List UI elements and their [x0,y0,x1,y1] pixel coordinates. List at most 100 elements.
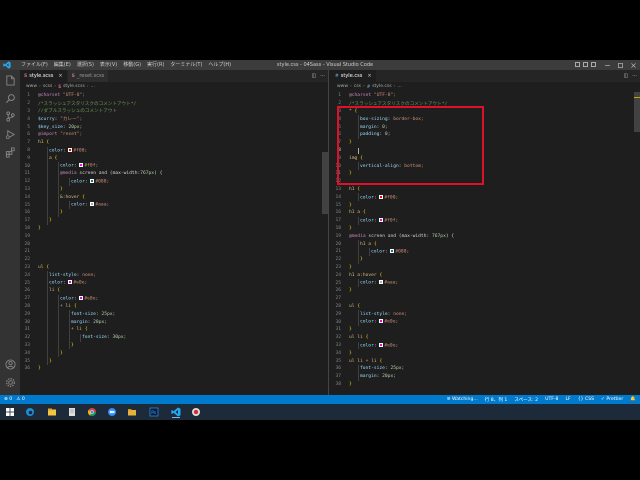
code-line[interactable]: 21 [20,248,328,256]
code-line[interactable]: 19 [20,232,328,240]
code-line[interactable]: 33 color: #e0e; [331,342,640,350]
code-line[interactable]: 29 list-style: none; [331,310,640,318]
code-line[interactable]: 17} [20,217,328,225]
more-actions-icon[interactable]: ··· [320,73,325,79]
video-call-icon[interactable] [106,406,118,418]
status-watching[interactable]: ⊚ Watching... [447,397,478,402]
code-line[interactable]: 26} [331,287,640,295]
code-line[interactable]: 32 ul li { [331,334,640,342]
code-line[interactable]: 16 h1 a { [331,209,640,217]
color-swatch[interactable] [90,178,95,183]
code-line[interactable]: 13} [20,186,328,194]
code-line[interactable]: 19 @media screen and (max-width: 767px) { [331,232,640,240]
status-warnings[interactable]: ⚠ 0 [16,397,25,402]
breadcrumb-item[interactable]: style.scss [63,84,85,89]
code-line[interactable]: 37 margin: 20px; [331,373,640,381]
menu-view[interactable]: 表示(V) [97,60,120,70]
code-line[interactable]: 17 color: #f0f; [331,217,640,225]
close-icon[interactable]: × [58,73,62,79]
menu-file[interactable]: ファイル(F) [18,60,51,70]
color-swatch[interactable] [68,280,73,285]
code-line[interactable]: 22} [331,256,640,264]
code-line[interactable]: 5 $key_size: 20px; [20,123,328,131]
code-line[interactable]: 36} [20,365,328,373]
status-errors[interactable]: ⊗ 0 [4,397,12,402]
toggle-secondary-sidebar-icon[interactable] [591,62,596,67]
color-swatch[interactable] [379,342,384,347]
source-control-icon[interactable] [4,110,16,122]
color-swatch[interactable] [68,147,73,152]
code-editor-left[interactable]: 1 @charset "UTF-8"; 2 /*スラッシュアスタリスクのコメントアウト… [20,92,328,395]
search-icon[interactable] [4,92,16,104]
color-swatch[interactable] [90,202,95,207]
screen-recorder-icon[interactable] [190,406,202,418]
code-line[interactable]: 32 font-size: 30px; [20,334,328,342]
scrollbar-right[interactable] [634,92,640,395]
breadcrumb-item[interactable]: www [337,84,348,89]
code-line[interactable]: 33} [20,342,328,350]
folder-icon[interactable] [126,406,138,418]
code-line[interactable]: 26 li { [20,287,328,295]
color-swatch[interactable] [79,295,84,300]
breadcrumb-item[interactable]: ... [397,84,401,89]
code-line[interactable]: 9a { [20,154,328,162]
vscode-taskbar-icon[interactable] [170,406,182,418]
breadcrumb-item[interactable]: ... [91,84,95,89]
toggle-sidebar-icon[interactable] [575,62,580,67]
status-encoding[interactable]: UTF-8 [545,397,558,402]
breadcrumb-item[interactable]: www [26,84,37,89]
extensions-icon[interactable] [4,146,16,158]
code-line[interactable]: 6 @import "reset"; [20,131,328,139]
code-line[interactable]: 27 color: #e0e; [20,295,328,303]
code-line[interactable]: 8 color: #f00; [20,147,328,155]
code-line[interactable]: 28 ul { [331,303,640,311]
code-line[interactable]: 11 @media screen and (max-width:767px) { [20,170,328,178]
menu-help[interactable]: ヘルプ(H) [205,60,234,70]
code-line[interactable]: 20 h1 a { [331,240,640,248]
code-line[interactable]: 31 + li { [20,326,328,334]
code-line[interactable]: 34} [20,349,328,357]
scroll-thumb[interactable] [634,92,640,132]
code-line[interactable]: 30 margin: 20px; [20,318,328,326]
notification-bell-icon[interactable]: 🔔 [630,397,636,402]
settings-gear-icon[interactable] [4,376,16,388]
color-swatch[interactable] [79,163,84,168]
tab-style-css[interactable]: # style.css × [331,70,377,82]
status-prettier[interactable]: ✓ Prettier [601,397,623,402]
code-line[interactable]: 10 color: #f0f; [20,162,328,170]
code-line[interactable]: 14 &:hover { [20,193,328,201]
code-line[interactable]: 2 /*スラッシュアスタリスクのコメントアウト*/ [20,100,328,108]
code-line[interactable]: 23 ul { [20,264,328,272]
color-swatch[interactable] [379,194,384,199]
tab-reset-scss[interactable]: S _reset.scss [67,70,110,82]
status-cursor-position[interactable]: 行 8、列 1 [485,397,508,403]
color-swatch[interactable] [379,217,384,222]
code-line[interactable]: 1 @charset "UTF-8"; [331,92,640,100]
code-line[interactable]: 15} [331,201,640,209]
code-line[interactable]: 13 h1 { [331,186,640,194]
status-eol[interactable]: LF [565,397,570,402]
menu-run[interactable]: 実行(R) [144,60,167,70]
status-indentation[interactable]: スペース: 2 [514,397,538,403]
breadcrumb-item[interactable]: scss [43,84,53,89]
more-actions-icon[interactable]: ··· [632,73,637,79]
color-swatch[interactable] [379,319,384,324]
minimize-button[interactable] [601,60,614,70]
chrome-browser-icon[interactable] [86,406,98,418]
code-line[interactable]: 23} [331,264,640,272]
split-editor-icon[interactable]: ◫ [311,73,316,79]
code-line[interactable]: 20 [20,240,328,248]
code-line[interactable]: 36 font-size: 25px; [331,365,640,373]
menu-terminal[interactable]: ターミナル(T) [167,60,205,70]
close-button[interactable] [627,60,640,70]
document-app-icon[interactable] [66,406,78,418]
code-line[interactable]: 21 color: #088; [331,248,640,256]
code-line[interactable]: 25 color: #aaa; [331,279,640,287]
breadcrumb-item[interactable]: css [354,84,361,89]
photoshop-icon[interactable]: Ps [148,406,160,418]
code-line[interactable]: 34} [331,349,640,357]
code-line[interactable]: 1 @charset "UTF-8"; [20,92,328,100]
code-line[interactable]: 16} [20,209,328,217]
code-line[interactable]: 4 $curry: "カレー"; [20,115,328,123]
code-line[interactable]: 31} [331,326,640,334]
